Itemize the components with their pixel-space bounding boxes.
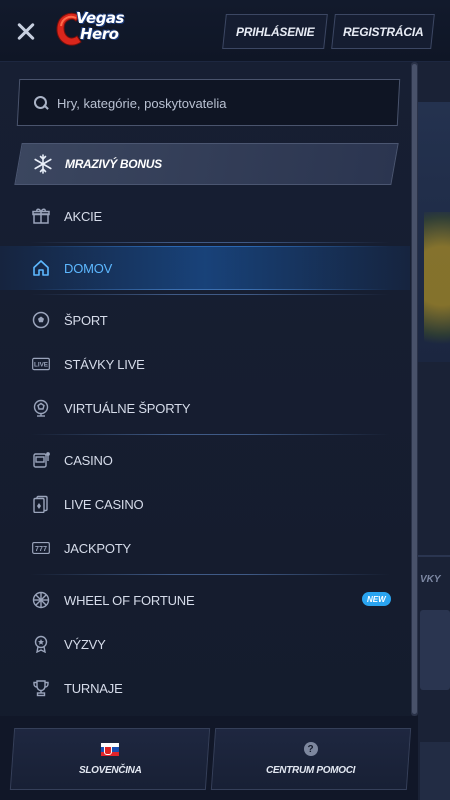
menu-item-jackpots[interactable]: 777 JACKPOTY [0,526,410,570]
menu-item-label: TURNAJE [64,680,123,696]
search-icon [33,95,49,111]
question-mark-icon: ? [303,742,318,756]
snowflake-icon [34,154,52,174]
menu-item-promotions[interactable]: AKCIE [0,194,410,238]
main-menu: AKCIE DOMOV ŠPORT LIVE STÁVKY LIVE VIRTU… [0,194,410,710]
slot-machine-icon [32,451,50,469]
menu-item-live-casino[interactable]: LIVE CASINO [0,482,410,526]
language-button[interactable]: SLOVENČINA [9,728,211,790]
menu-item-label: WHEEL OF FORTUNE [64,592,195,608]
search-box[interactable] [16,79,401,126]
frozen-bonus-banner[interactable]: MRAZIVÝ BONUS [14,143,399,185]
menu-item-label: CASINO [64,452,113,468]
background-cut-text: VKY [420,574,441,585]
scrollbar-thumb[interactable] [412,64,417,714]
svg-text:LIVE: LIVE [34,362,48,369]
logo-text-line2: Hero [80,25,119,43]
menu-item-label: STÁVKY LIVE [64,356,145,372]
menu-item-tournaments[interactable]: TURNAJE [0,666,410,710]
new-badge: NEW [362,592,391,606]
vegas-hero-logo[interactable]: Vegas Hero [54,6,134,54]
slovakia-flag-icon [101,742,119,756]
live-icon: LIVE [32,355,50,373]
login-button-label: PRIHLÁSENIE [235,24,315,39]
background-card [420,742,450,800]
menu-item-home[interactable]: DOMOV [0,246,410,290]
logo-text: Vegas Hero [76,10,124,42]
top-bar: Vegas Hero PRIHLÁSENIE REGISTRÁCIA [0,0,450,62]
menu-item-casino[interactable]: CASINO [0,438,410,482]
wheel-icon [32,591,50,609]
medal-icon [32,635,50,653]
background-page: VKY [418,62,450,800]
gift-icon [32,207,50,225]
menu-item-sport[interactable]: ŠPORT [0,298,410,342]
menu-item-label: VÝZVY [64,636,106,652]
menu-item-virtual-sports[interactable]: VIRTUÁLNE ŠPORTY [0,386,410,430]
background-banner-art [424,212,450,372]
search-input[interactable] [57,95,377,110]
menu-divider [0,430,410,438]
menu-item-wheel-of-fortune[interactable]: WHEEL OF FORTUNE NEW [0,578,410,622]
frozen-bonus-label: MRAZIVÝ BONUS [65,157,162,171]
menu-item-label: VIRTUÁLNE ŠPORTY [64,400,191,416]
background-card [420,610,450,690]
register-button-label: REGISTRÁCIA [342,24,424,39]
background-divider [418,555,450,557]
close-menu-button[interactable] [12,18,40,46]
menu-item-label: JACKPOTY [64,540,132,556]
jackpot-777-icon: 777 [32,539,50,557]
menu-item-label: DOMOV [64,260,113,276]
menu-divider [0,290,410,298]
menu-item-label: AKCIE [64,208,103,224]
menu-item-challenges[interactable]: VÝZVY [0,622,410,666]
help-center-label: CENTRUM POMOCI [266,765,356,776]
svg-text:777: 777 [35,544,47,553]
register-button[interactable]: REGISTRÁCIA [331,14,435,49]
menu-item-label: ŠPORT [64,312,108,328]
soccer-ball-icon [32,311,50,329]
menu-item-label: LIVE CASINO [64,496,144,512]
language-label: SLOVENČINA [78,764,142,776]
virtual-sports-icon [32,399,50,417]
home-icon [32,259,50,277]
menu-divider [0,570,410,578]
cards-icon [32,495,50,513]
menu-divider [0,238,410,246]
menu-item-live-betting[interactable]: LIVE STÁVKY LIVE [0,342,410,386]
help-center-button[interactable]: ? CENTRUM POMOCI [210,728,412,790]
login-button[interactable]: PRIHLÁSENIE [222,14,328,49]
trophy-icon [32,679,50,697]
